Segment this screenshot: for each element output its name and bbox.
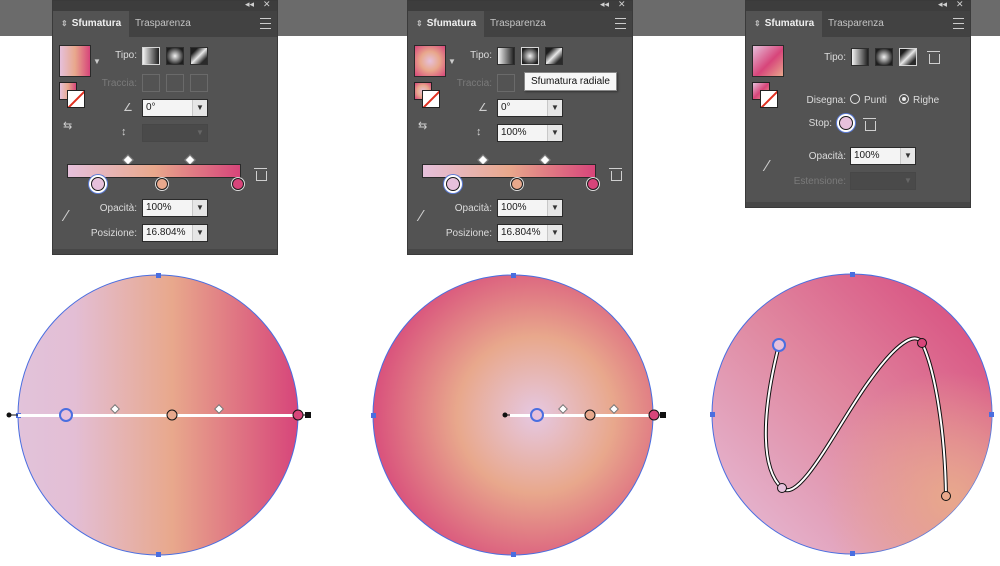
freeform-gradient-circle[interactable] xyxy=(710,272,994,556)
linear-gradient-circle[interactable] xyxy=(6,273,312,557)
radial-gradient-circle[interactable] xyxy=(371,273,666,557)
artboard-canvas xyxy=(6,272,994,557)
